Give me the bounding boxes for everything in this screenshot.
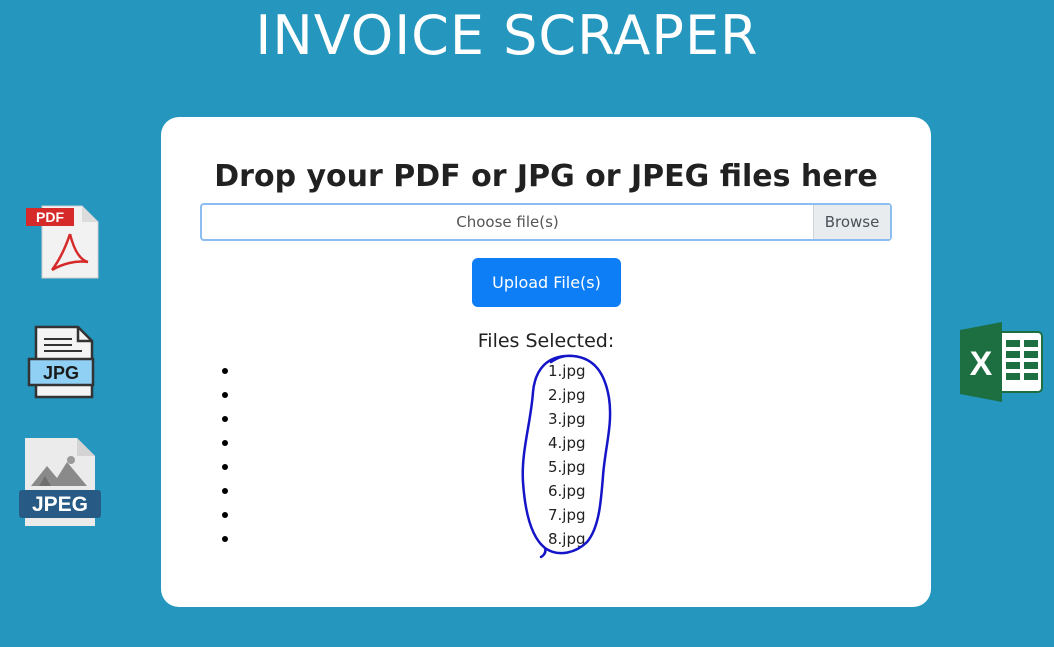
- list-item: 2.jpg: [161, 383, 931, 407]
- list-item: 4.jpg: [161, 431, 931, 455]
- bullet-icon: [222, 368, 228, 374]
- bullet-icon: [222, 440, 228, 446]
- list-item: 1.jpg: [161, 359, 931, 383]
- bullet-icon: [222, 488, 228, 494]
- list-item: 6.jpg: [161, 479, 931, 503]
- bullet-icon: [222, 416, 228, 422]
- list-item: 8.jpg: [161, 527, 931, 551]
- excel-icon: X: [958, 320, 1044, 408]
- jpg-file-icon: JPG: [26, 325, 96, 403]
- file-name: 3.jpg: [548, 410, 586, 428]
- list-item: 7.jpg: [161, 503, 931, 527]
- file-name: 4.jpg: [548, 434, 586, 452]
- file-name: 7.jpg: [548, 506, 586, 524]
- bullet-icon: [222, 392, 228, 398]
- app-title: INVOICE SCRAPER: [255, 4, 759, 67]
- list-item: 3.jpg: [161, 407, 931, 431]
- selected-files-list: 1.jpg 2.jpg 3.jpg 4.jpg 5.jpg 6.jpg 7.jp…: [161, 359, 931, 551]
- jpg-icon-label: JPG: [43, 363, 79, 383]
- jpeg-icon-label: JPEG: [32, 493, 88, 516]
- files-selected-heading: Files Selected:: [477, 330, 615, 352]
- file-name: 8.jpg: [548, 530, 586, 548]
- jpeg-file-icon: JPEG: [17, 436, 103, 532]
- pdf-file-icon: PDF: [24, 204, 100, 284]
- file-name: 2.jpg: [548, 386, 586, 404]
- bullet-icon: [222, 464, 228, 470]
- drop-zone-heading: Drop your PDF or JPG or JPEG files here: [214, 159, 878, 194]
- pdf-icon-label: PDF: [36, 209, 64, 225]
- list-item: 5.jpg: [161, 455, 931, 479]
- upload-files-button[interactable]: Upload File(s): [472, 258, 621, 307]
- file-name: 6.jpg: [548, 482, 586, 500]
- file-chooser-input[interactable]: Choose file(s) Browse: [200, 203, 892, 241]
- excel-icon-label: X: [970, 345, 993, 383]
- upload-card: Drop your PDF or JPG or JPEG files here …: [161, 117, 931, 607]
- file-chooser-label[interactable]: Choose file(s): [202, 205, 813, 239]
- bullet-icon: [222, 536, 228, 542]
- file-name: 1.jpg: [548, 362, 586, 380]
- bullet-icon: [222, 512, 228, 518]
- file-name: 5.jpg: [548, 458, 586, 476]
- browse-button[interactable]: Browse: [813, 205, 890, 239]
